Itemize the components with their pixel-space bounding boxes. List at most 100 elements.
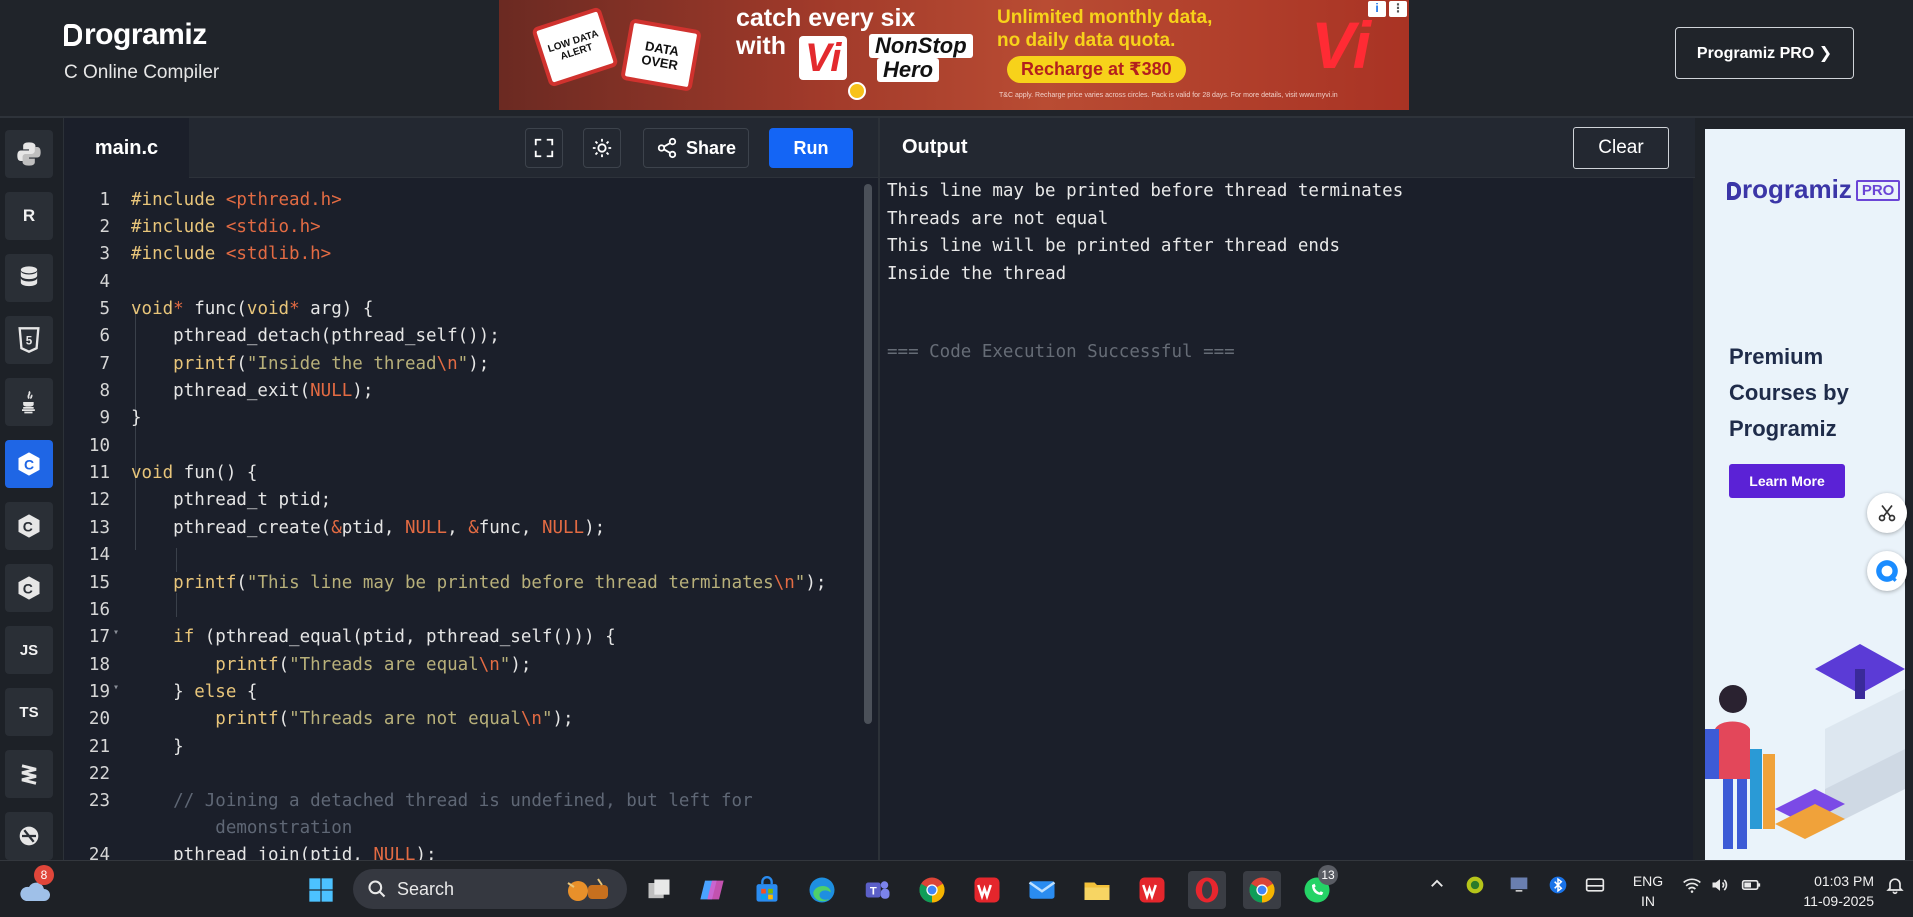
typescript-icon[interactable]: TS — [5, 688, 53, 736]
code-line[interactable]: 19 ▾ } else { — [64, 682, 864, 709]
java-icon[interactable] — [5, 378, 53, 426]
side-ad-brand: rogramiz — [1742, 174, 1852, 204]
sql-database-icon[interactable] — [5, 254, 53, 302]
code-line[interactable]: 9} — [64, 408, 864, 435]
code-line[interactable]: 16 — [64, 600, 864, 627]
line-number: 24 — [88, 845, 110, 860]
code-line[interactable]: 23 // Joining a detached thread is undef… — [64, 791, 864, 818]
html5-icon[interactable]: 5 — [5, 316, 53, 364]
wps-office-button[interactable] — [1133, 871, 1171, 909]
app-window: rogramiz C Online Compiler LOW DATA ALER… — [0, 0, 1913, 917]
input-language[interactable]: ENG IN — [1628, 871, 1668, 911]
ad-banner[interactable]: LOW DATA ALERT DATA OVER catch every six… — [499, 0, 1409, 110]
python-icon[interactable] — [5, 130, 53, 178]
code-line[interactable]: 15 printf("This line may be printed befo… — [64, 573, 864, 600]
javascript-icon[interactable]: JS — [5, 626, 53, 674]
notifications-button[interactable] — [1885, 875, 1905, 899]
code-line[interactable]: 4 — [64, 272, 864, 299]
search-label: Search — [397, 878, 455, 899]
code-line[interactable]: 22 — [64, 764, 864, 791]
ad-more-icon[interactable]: ⋮ — [1389, 1, 1407, 17]
edge-button[interactable] — [803, 871, 841, 909]
line-number: 11 — [88, 463, 110, 483]
code-line[interactable]: 5 void* func(void* arg) { — [64, 299, 864, 326]
output-line: This line will be printed after thread e… — [887, 236, 1341, 256]
code-line[interactable]: 6 pthread_detach(pthread_self()); — [64, 326, 864, 353]
chrome-button[interactable] — [913, 871, 951, 909]
code-line[interactable]: demonstration — [64, 818, 864, 845]
code-line[interactable]: 20 printf("Threads are not equal\n"); — [64, 709, 864, 736]
fullscreen-button[interactable] — [525, 128, 563, 168]
code-line[interactable]: 10 — [64, 436, 864, 463]
store-button[interactable] — [748, 871, 786, 909]
start-button[interactable] — [302, 871, 340, 909]
task-view-button[interactable] — [640, 871, 678, 909]
brand[interactable]: rogramiz C Online Compiler — [64, 18, 219, 84]
code-text: } — [131, 737, 184, 757]
monitor-icon — [1510, 877, 1528, 892]
code-line[interactable]: 12 pthread_t ptid; — [64, 490, 864, 517]
swift-icon[interactable] — [5, 750, 53, 798]
code-line[interactable]: 24 pthread_join(ptid, NULL); — [64, 845, 864, 860]
lang-region: IN — [1641, 893, 1655, 909]
tray-display-icon[interactable] — [1508, 875, 1530, 899]
run-button[interactable]: Run — [769, 128, 853, 168]
code-line[interactable]: 14 — [64, 545, 864, 572]
programiz-pro-button[interactable]: Programiz PRO ❯ — [1675, 27, 1854, 79]
theme-toggle-button[interactable] — [583, 128, 621, 168]
chrome-profile-button[interactable] — [1243, 871, 1281, 909]
taskbar-clock[interactable]: 01:03 PM 11-09-2025 — [1780, 871, 1874, 911]
svg-text:5: 5 — [26, 335, 33, 348]
cpp-icon[interactable]: C — [5, 502, 53, 550]
editor-scrollbar[interactable] — [864, 184, 872, 724]
code-line[interactable]: 7 printf("Inside the thread\n"); — [64, 354, 864, 381]
tray-keyboard[interactable] — [1585, 875, 1605, 899]
line-number: 16 — [88, 600, 110, 620]
taskbar-search[interactable]: Search — [353, 869, 627, 909]
share-button[interactable]: Share — [643, 128, 749, 168]
wps-button[interactable] — [968, 871, 1006, 909]
show-hidden-icons[interactable] — [1428, 875, 1446, 897]
whatsapp-button[interactable]: 13 — [1298, 865, 1338, 909]
code-text: if (pthread_equal(ptid, pthread_self()))… — [173, 627, 616, 647]
code-line[interactable]: 11 void fun() { — [64, 463, 864, 490]
volume-tray[interactable] — [1710, 875, 1730, 899]
bluetooth-tray[interactable] — [1548, 875, 1568, 899]
weather-widget[interactable]: 8 — [16, 865, 54, 909]
copilot-button[interactable] — [693, 871, 731, 909]
code-line[interactable]: 1 #include <pthread.h> — [64, 190, 864, 217]
ad-hero: Hero — [877, 58, 940, 82]
code-line[interactable]: 3 #include <stdlib.h> — [64, 244, 864, 271]
side-ad[interactable]: rogramiz PRO Premium Courses by Programiz… — [1705, 129, 1905, 860]
csharp-icon[interactable]: C — [5, 564, 53, 612]
file-explorer-button[interactable] — [1078, 871, 1116, 909]
opera-button[interactable] — [1188, 871, 1226, 909]
c-lang-icon[interactable]: C — [5, 440, 53, 488]
fold-arrow-icon[interactable]: ▾ — [113, 627, 119, 638]
code-line[interactable]: 21 } — [64, 737, 864, 764]
teams-button[interactable]: T — [858, 871, 896, 909]
r-lang-icon[interactable]: R — [5, 192, 53, 240]
code-line[interactable]: 13 pthread_create(&ptid, NULL, &func, NU… — [64, 518, 864, 545]
fold-arrow-icon[interactable]: ▾ — [113, 682, 119, 693]
go-icon[interactable] — [5, 812, 53, 860]
code-line[interactable]: 18 printf("Threads are equal\n"); — [64, 655, 864, 682]
ad-recharge-button[interactable]: Recharge at ₹380 — [1007, 56, 1186, 83]
learn-more-button[interactable]: Learn More — [1729, 464, 1845, 498]
line-number: 13 — [88, 518, 110, 538]
clear-button[interactable]: Clear — [1573, 127, 1669, 169]
code-area[interactable]: 1 #include <pthread.h> 2 #include <stdio.h>… — [64, 178, 878, 860]
mail-button[interactable] — [1023, 871, 1061, 909]
code-line[interactable]: 2 #include <stdio.h> — [64, 217, 864, 244]
file-tab-main[interactable]: main.c — [64, 118, 189, 178]
scissors-tool-button[interactable] — [1867, 493, 1907, 533]
code-line[interactable]: 17 ▾ if (pthread_equal(ptid, pthread_self… — [64, 627, 864, 654]
ad-info-icon[interactable]: i — [1368, 1, 1386, 17]
svg-text:T: T — [870, 885, 877, 897]
tray-app-icon[interactable] — [1465, 875, 1485, 899]
battery-tray[interactable] — [1740, 875, 1762, 899]
share-icon — [657, 137, 677, 159]
network-tray[interactable] — [1682, 875, 1702, 899]
chat-assistant-button[interactable] — [1867, 551, 1907, 591]
code-line[interactable]: 8 pthread_exit(NULL); — [64, 381, 864, 408]
